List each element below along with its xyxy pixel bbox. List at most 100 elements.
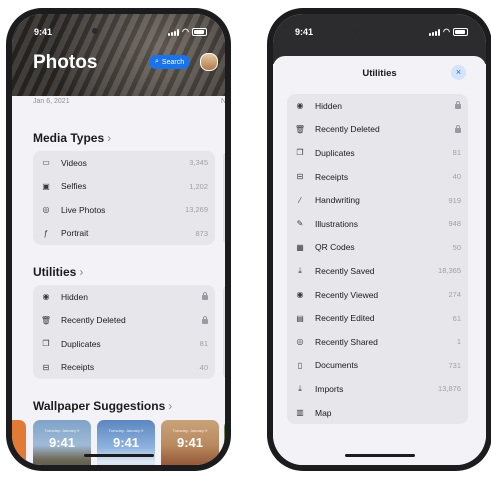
recently-shared-icon: ◎ [296, 337, 304, 347]
illustrations-icon: ✎ [296, 219, 304, 229]
list-item-label: Duplicates [61, 338, 101, 349]
qr-code-icon: ▦ [296, 242, 304, 252]
list-item[interactable]: ƒ Portrait 873 [33, 222, 215, 246]
date-label-right: N [221, 98, 225, 105]
signal-icon [168, 28, 180, 36]
wallpaper-card[interactable]: Tuesday, January 9 9:41 [33, 420, 91, 465]
home-indicator[interactable] [344, 454, 415, 457]
right-phone: 9:41 ◠ Utilities × ◉ Hidden 🗑 Recently Dele… [267, 8, 491, 471]
list-item-label: Recently Shared [315, 336, 378, 347]
item-count: 948 [448, 219, 461, 229]
recently-viewed-icon: ◉ [296, 290, 304, 300]
wifi-icon: ◠ [443, 27, 450, 36]
list-item-label: Videos [61, 157, 87, 168]
list-item-label: Duplicates [315, 147, 355, 158]
list-item-label: Documents [315, 360, 358, 371]
wallpaper-date: Tuesday, January 9 [172, 428, 208, 433]
page-title: Photos [33, 52, 98, 73]
list-item-label: Receipts [61, 362, 95, 373]
utilities-title: Utilities [33, 265, 77, 279]
list-item[interactable]: ✎ Illustrations 948 [287, 212, 468, 236]
next-page-peek [223, 151, 225, 245]
lock-icon [202, 315, 208, 324]
chevron-right-icon: › [79, 265, 84, 279]
map-icon: ▥ [296, 408, 304, 418]
status-bar: 9:41 ◠ [273, 27, 486, 41]
list-item[interactable]: ⁄ Handwriting 919 [287, 188, 468, 212]
item-count: 18,365 [438, 266, 461, 276]
list-item-label: Imports [315, 383, 344, 394]
close-button[interactable]: × [451, 65, 466, 80]
home-indicator[interactable] [83, 454, 154, 457]
duplicates-icon: ❐ [42, 339, 50, 349]
receipt-icon: ⊟ [296, 172, 304, 182]
list-item-label: Recently Saved [315, 265, 375, 276]
list-item[interactable]: ▤ Recently Edited 61 [287, 306, 468, 330]
list-item[interactable]: ⤓ Imports 13,876 [287, 377, 468, 401]
item-count: 274 [448, 290, 461, 300]
item-count: 81 [199, 339, 208, 349]
wallpaper-card[interactable]: Tuesday, January 9 9:41 [97, 420, 155, 465]
recently-edited-icon: ▤ [296, 313, 304, 323]
search-button-label: Search [161, 58, 185, 66]
wallpaper-card[interactable]: Tuesday, January 9 9:41 [161, 420, 219, 465]
list-item[interactable]: ◉ Hidden [287, 94, 468, 118]
list-item-label: Recently Edited [315, 313, 375, 324]
item-count: 919 [448, 195, 461, 205]
item-count: 50 [452, 242, 461, 252]
list-item[interactable]: 🗑 Recently Deleted [33, 309, 215, 333]
list-item-label: Hidden [61, 291, 88, 302]
list-item[interactable]: ❐ Duplicates 81 [33, 332, 215, 356]
list-item[interactable]: ⊟ Receipts 40 [287, 165, 468, 189]
utilities-sheet: Utilities × ◉ Hidden 🗑 Recently Deleted ❐ Dup… [273, 56, 486, 465]
item-count: 13,269 [185, 205, 208, 215]
utilities-list: ◉ Hidden 🗑 Recently Deleted ❐ Duplicates 81 ⊟ Re… [33, 285, 215, 379]
avatar[interactable] [200, 53, 218, 71]
list-item[interactable]: ▭ Videos 3,345 [33, 151, 215, 175]
wallpaper-date: Tuesday, January 9 [44, 428, 80, 433]
list-item[interactable]: ▣ Selfies 1,202 [33, 175, 215, 199]
battery-icon [453, 28, 468, 36]
wallpaper-card-peek[interactable] [12, 420, 26, 465]
list-item[interactable]: ❐ Duplicates 81 [287, 141, 468, 165]
list-item[interactable]: 🗑 Recently Deleted [287, 118, 468, 142]
list-item[interactable]: ▯ Documents 731 [287, 354, 468, 378]
list-item-label: Recently Deleted [61, 315, 126, 326]
wallpaper-time: 9:41 [176, 435, 204, 450]
list-item[interactable]: ⊟ Receipts 40 [33, 356, 215, 380]
list-item[interactable]: ◎ Recently Shared 1 [287, 330, 468, 354]
video-icon: ▭ [42, 158, 50, 168]
imports-icon: ⤓ [298, 383, 302, 393]
media-types-heading[interactable]: Media Types › [33, 131, 111, 145]
receipt-icon: ⊟ [42, 362, 50, 372]
next-page-peek [223, 285, 225, 379]
chevron-right-icon: › [168, 399, 173, 413]
item-count: 13,876 [438, 384, 461, 394]
search-button[interactable]: ⌕ Search [149, 55, 191, 69]
list-item[interactable]: ◎ Live Photos 13,269 [33, 198, 215, 222]
trash-icon: 🗑 [40, 315, 52, 325]
list-item[interactable]: ▦ QR Codes 50 [287, 236, 468, 260]
list-item-label: Illustrations [315, 218, 358, 229]
utilities-heading[interactable]: Utilities › [33, 265, 83, 279]
live-photo-icon: ◎ [42, 205, 50, 215]
wallpaper-card-peek[interactable] [224, 420, 225, 465]
list-item[interactable]: ▥ Map [287, 401, 468, 425]
wallpaper-date: Tuesday, January 9 [108, 428, 144, 433]
list-item[interactable]: ⤓ Recently Saved 18,365 [287, 259, 468, 283]
list-item-label: Live Photos [61, 204, 106, 215]
wallpaper-suggestions-row: Tuesday, January 9 9:41 Tuesday, January 9… [33, 420, 219, 465]
list-item-label: Recently Deleted [315, 124, 380, 135]
left-phone: 9:41 ◠ Photos ⌕ Search Jan 6, 2021 N Med… [6, 8, 231, 471]
handwriting-icon: ⁄ [299, 195, 301, 205]
item-count: 873 [195, 228, 208, 238]
utilities-screen: 9:41 ◠ Utilities × ◉ Hidden 🗑 Recently Dele… [273, 14, 486, 465]
lock-icon [202, 292, 208, 301]
list-item[interactable]: ◉ Recently Viewed 274 [287, 283, 468, 307]
list-item[interactable]: ◉ Hidden [33, 285, 215, 309]
lock-icon [455, 124, 461, 133]
wallpaper-heading[interactable]: Wallpaper Suggestions › [33, 399, 172, 413]
item-count: 40 [199, 362, 208, 372]
search-icon: ⌕ [155, 58, 159, 65]
battery-icon [192, 28, 207, 36]
